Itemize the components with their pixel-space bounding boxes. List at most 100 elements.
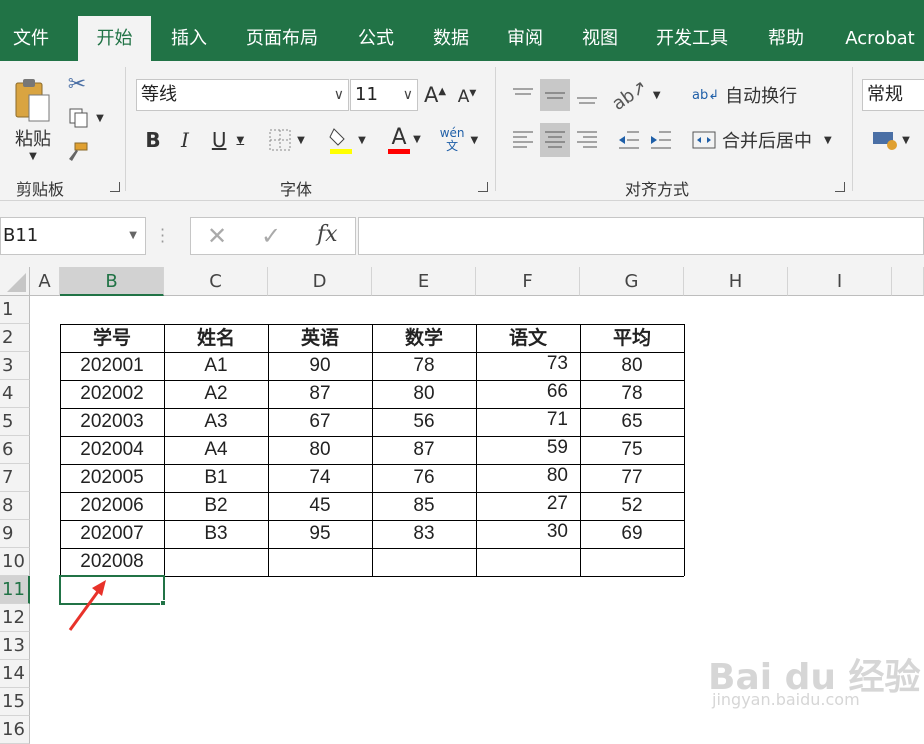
tab-view[interactable]: 视图 [569, 16, 631, 61]
row-header-14[interactable]: 14 [0, 660, 30, 688]
row-header-3[interactable]: 3 [0, 352, 30, 380]
table-cell[interactable]: 202006 [60, 492, 164, 520]
table-cell[interactable] [580, 548, 684, 576]
table-header-cell[interactable]: 学号 [60, 324, 164, 352]
tab-data[interactable]: 数据 [420, 16, 482, 61]
checkmark-icon[interactable]: ✓ [261, 222, 281, 250]
table-header-cell[interactable]: 平均 [580, 324, 684, 352]
row-header-13[interactable]: 13 [0, 632, 30, 660]
tab-acrobat[interactable]: Acrobat [836, 16, 924, 61]
table-cell[interactable]: 65 [580, 408, 684, 436]
tab-page-layout[interactable]: 页面布局 [236, 16, 328, 61]
column-header-c[interactable]: C [164, 267, 268, 296]
borders-button[interactable]: ▼ [262, 125, 312, 155]
tab-file[interactable]: 文件 [0, 16, 62, 61]
table-cell[interactable]: 87 [372, 436, 476, 464]
drag-handle-icon[interactable]: · · · [160, 222, 165, 250]
table-cell[interactable]: 59 [476, 436, 580, 464]
fill-color-button[interactable]: ▼ [322, 123, 372, 157]
table-cell[interactable]: B2 [164, 492, 268, 520]
table-cell[interactable]: 87 [268, 380, 372, 408]
table-cell[interactable]: 76 [372, 464, 476, 492]
table-cell[interactable]: 69 [580, 520, 684, 548]
table-cell[interactable]: B1 [164, 464, 268, 492]
cut-button[interactable]: ✂ [64, 71, 90, 97]
row-header-1[interactable]: 1 [0, 296, 30, 324]
tab-insert[interactable]: 插入 [158, 16, 220, 61]
row-header-2[interactable]: 2 [0, 324, 30, 352]
wrap-text-button[interactable]: ab↲ 自动换行 [692, 79, 802, 111]
tab-home[interactable]: 开始 [78, 16, 151, 61]
table-header-cell[interactable]: 英语 [268, 324, 372, 352]
row-header-5[interactable]: 5 [0, 408, 30, 436]
table-cell[interactable]: 78 [372, 352, 476, 380]
phonetic-guide-button[interactable]: wén 文 ▼ [436, 123, 482, 157]
table-cell[interactable]: 202008 [60, 548, 164, 576]
tab-developer[interactable]: 开发工具 [646, 16, 738, 61]
table-cell[interactable]: 52 [580, 492, 684, 520]
table-cell[interactable]: 80 [476, 464, 580, 492]
row-header-12[interactable]: 12 [0, 604, 30, 632]
align-middle-button[interactable] [540, 79, 570, 111]
table-cell[interactable] [268, 548, 372, 576]
merge-center-button[interactable]: 合并后居中 ▼ [692, 123, 842, 157]
table-cell[interactable]: 80 [372, 380, 476, 408]
increase-font-size-button[interactable]: A▲ [423, 81, 447, 109]
increase-indent-button[interactable] [646, 123, 676, 157]
table-cell[interactable]: 202004 [60, 436, 164, 464]
column-header-a[interactable]: A [30, 267, 60, 296]
select-all-button[interactable] [0, 267, 30, 296]
table-cell[interactable]: 202001 [60, 352, 164, 380]
italic-button[interactable]: I [172, 125, 198, 155]
table-cell[interactable]: A3 [164, 408, 268, 436]
accounting-format-button[interactable]: ▼ [866, 123, 916, 157]
column-header-e[interactable]: E [372, 267, 476, 296]
align-top-button[interactable] [508, 79, 538, 111]
row-header-9[interactable]: 9 [0, 520, 30, 548]
table-header-cell[interactable]: 姓名 [164, 324, 268, 352]
table-header-cell[interactable]: 数学 [372, 324, 476, 352]
table-cell[interactable]: 56 [372, 408, 476, 436]
column-header-b[interactable]: B [60, 267, 164, 296]
table-cell[interactable]: 90 [268, 352, 372, 380]
table-cell[interactable]: A2 [164, 380, 268, 408]
table-cell[interactable]: B3 [164, 520, 268, 548]
cancel-icon[interactable]: ✕ [207, 222, 227, 250]
table-cell[interactable]: 83 [372, 520, 476, 548]
tab-review[interactable]: 审阅 [494, 16, 556, 61]
align-left-button[interactable] [508, 123, 538, 157]
align-right-button[interactable] [572, 123, 602, 157]
formula-input[interactable] [358, 217, 924, 255]
tab-help[interactable]: 帮助 [755, 16, 817, 61]
column-header-f[interactable]: F [476, 267, 580, 296]
fill-handle[interactable] [160, 600, 166, 606]
table-cell[interactable] [372, 548, 476, 576]
row-header-10[interactable]: 10 [0, 548, 30, 576]
table-cell[interactable]: 74 [268, 464, 372, 492]
font-size-dropdown[interactable]: 11 ∨ [350, 79, 418, 111]
table-cell[interactable]: 78 [580, 380, 684, 408]
table-cell[interactable]: 30 [476, 520, 580, 548]
copy-button[interactable]: ▼ [64, 105, 108, 131]
align-bottom-button[interactable] [572, 79, 602, 111]
table-cell[interactable]: 202003 [60, 408, 164, 436]
table-cell[interactable]: 73 [476, 352, 580, 380]
row-header-11[interactable]: 11 [0, 576, 30, 604]
decrease-indent-button[interactable] [614, 123, 644, 157]
table-cell[interactable]: 202005 [60, 464, 164, 492]
clipboard-launcher-icon[interactable] [110, 182, 120, 192]
alignment-launcher-icon[interactable] [835, 182, 845, 192]
align-center-button[interactable] [540, 123, 570, 157]
table-cell[interactable]: 95 [268, 520, 372, 548]
table-cell[interactable]: 27 [476, 492, 580, 520]
table-cell[interactable]: 71 [476, 408, 580, 436]
column-header-d[interactable]: D [268, 267, 372, 296]
table-cell[interactable]: 67 [268, 408, 372, 436]
column-header-h[interactable]: H [684, 267, 788, 296]
table-cell[interactable]: A1 [164, 352, 268, 380]
table-cell[interactable]: 80 [268, 436, 372, 464]
table-cell[interactable]: 85 [372, 492, 476, 520]
font-name-dropdown[interactable]: 等线 ∨ [136, 79, 349, 111]
table-cell[interactable]: 77 [580, 464, 684, 492]
insert-function-button[interactable]: fx [317, 222, 338, 247]
